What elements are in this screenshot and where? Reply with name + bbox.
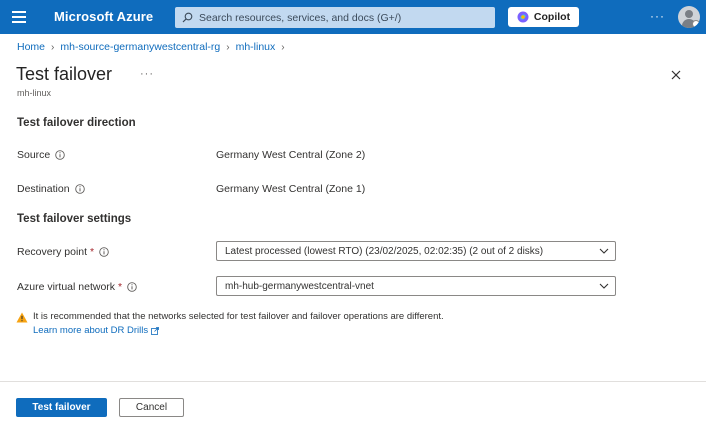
cancel-button[interactable]: Cancel bbox=[119, 398, 184, 417]
destination-label-row: Destination bbox=[17, 183, 85, 195]
menu-icon[interactable] bbox=[12, 11, 26, 23]
chevron-right-icon: › bbox=[51, 41, 55, 53]
info-icon[interactable] bbox=[55, 150, 66, 160]
info-icon[interactable] bbox=[99, 247, 109, 257]
destination-value: Germany West Central (Zone 1) bbox=[216, 183, 366, 195]
learn-more-label: Learn more about DR Drills bbox=[33, 325, 149, 336]
search-icon bbox=[182, 12, 193, 23]
direction-heading: Test failover direction bbox=[17, 117, 136, 129]
recovery-point-label: Recovery point bbox=[17, 246, 88, 258]
recovery-point-value: Latest processed (lowest RTO) (23/02/202… bbox=[225, 245, 544, 257]
recovery-point-select[interactable]: Latest processed (lowest RTO) (23/02/202… bbox=[216, 241, 616, 261]
learn-more-link[interactable]: Learn more about DR Drills bbox=[33, 325, 160, 336]
avatar[interactable] bbox=[678, 6, 700, 28]
breadcrumb: Home › mh-source-germanywestcentral-rg ›… bbox=[17, 41, 291, 53]
copilot-button[interactable]: Copilot bbox=[508, 7, 579, 27]
settings-heading: Test failover settings bbox=[17, 213, 132, 225]
global-search[interactable] bbox=[175, 7, 495, 28]
close-icon[interactable] bbox=[670, 69, 682, 81]
page-title: Test failover bbox=[16, 64, 113, 84]
info-icon[interactable] bbox=[74, 184, 85, 194]
recovery-point-label-row: Recovery point * bbox=[17, 246, 109, 258]
warning-message: It is recommended that the networks sele… bbox=[16, 311, 444, 323]
info-icon[interactable] bbox=[127, 282, 137, 292]
chevron-right-icon: › bbox=[226, 41, 230, 53]
warning-icon bbox=[16, 312, 28, 323]
breadcrumb-home[interactable]: Home bbox=[17, 41, 45, 53]
search-input[interactable] bbox=[199, 11, 489, 24]
vnet-value: mh-hub-germanywestcentral-vnet bbox=[225, 280, 374, 292]
copilot-label: Copilot bbox=[533, 11, 571, 23]
top-navigation-bar: Microsoft Azure Copilot ··· bbox=[0, 0, 706, 34]
test-failover-button[interactable]: Test failover bbox=[16, 398, 107, 417]
external-link-icon bbox=[151, 326, 160, 335]
footer-divider bbox=[0, 381, 706, 382]
source-label: Source bbox=[17, 149, 51, 161]
vnet-label-row: Azure virtual network * bbox=[17, 281, 137, 293]
destination-label: Destination bbox=[17, 183, 70, 195]
chevron-down-icon bbox=[599, 248, 609, 254]
breadcrumb-vm[interactable]: mh-linux bbox=[236, 41, 276, 53]
title-more-options-icon[interactable]: ··· bbox=[140, 68, 154, 80]
required-marker: * bbox=[118, 281, 123, 293]
required-marker: * bbox=[90, 246, 95, 258]
chevron-right-icon: › bbox=[281, 41, 285, 53]
vnet-select[interactable]: mh-hub-germanywestcentral-vnet bbox=[216, 276, 616, 296]
copilot-icon bbox=[517, 11, 529, 23]
source-label-row: Source bbox=[17, 149, 66, 161]
warning-text: It is recommended that the networks sele… bbox=[33, 311, 444, 322]
page-subtitle: mh-linux bbox=[17, 88, 52, 98]
source-value: Germany West Central (Zone 2) bbox=[216, 149, 366, 161]
vnet-label: Azure virtual network bbox=[17, 281, 116, 293]
portal-brand[interactable]: Microsoft Azure bbox=[54, 9, 153, 24]
chevron-down-icon bbox=[599, 283, 609, 289]
more-options-icon[interactable]: ··· bbox=[650, 9, 665, 23]
breadcrumb-resource-group[interactable]: mh-source-germanywestcentral-rg bbox=[60, 41, 220, 53]
